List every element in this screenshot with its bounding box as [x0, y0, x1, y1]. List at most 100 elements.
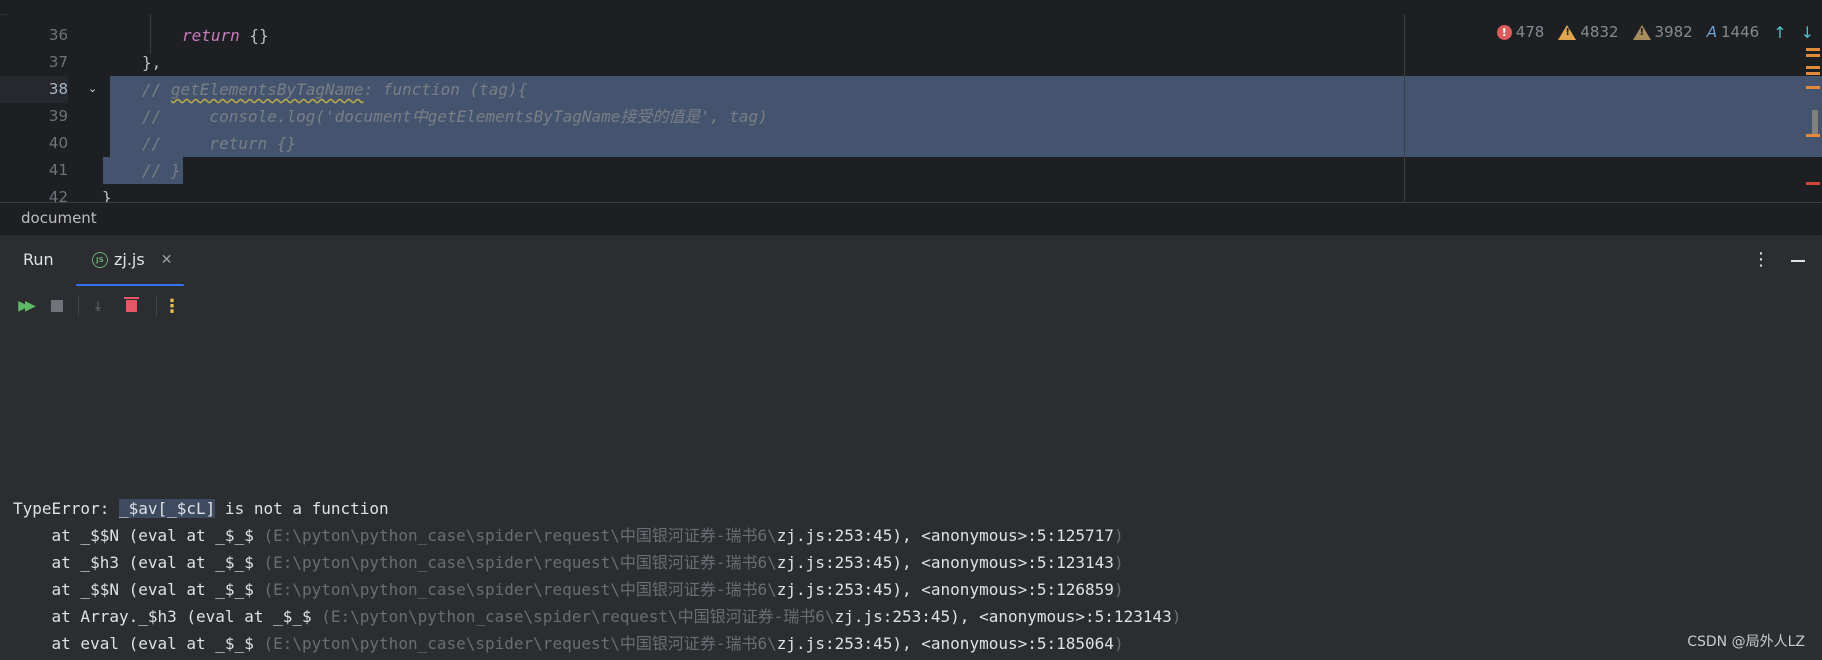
- stop-icon: [51, 300, 63, 312]
- source-link[interactable]: zj.js:253:45: [835, 607, 951, 626]
- line-number: 36: [48, 26, 68, 44]
- source-link[interactable]: zj.js:253:45: [777, 526, 893, 545]
- code-line-42: }: [102, 188, 112, 202]
- error-suffix: is not a function: [215, 499, 389, 518]
- stack-frame-line: at eval (eval at _$_$ (E:\pyton\python_c…: [13, 630, 1124, 657]
- warnings-count[interactable]: ! 4832: [1558, 23, 1619, 41]
- keyword-return: return: [182, 26, 240, 45]
- scroll-marker[interactable]: [1806, 54, 1820, 57]
- tab-label: zj.js: [114, 250, 145, 269]
- error-highlight: _$av[_$cL]: [118, 499, 216, 518]
- toolbar-divider: [156, 296, 157, 316]
- run-toolbar: ▶▶ ⤓ ⋮: [0, 286, 1822, 328]
- scroll-marker[interactable]: [1806, 66, 1820, 69]
- typo-icon: A: [1706, 23, 1717, 41]
- stack-frame-line: at _$$N (eval at _$_$ (E:\pyton\python_c…: [13, 522, 1124, 549]
- line-number: 41: [48, 161, 68, 179]
- minimize-icon[interactable]: [1791, 260, 1805, 262]
- run-tool-window-header: Run JS zj.js ✕ ⋮: [0, 234, 1822, 287]
- line-number: 42: [48, 188, 68, 202]
- close-icon[interactable]: ✕: [161, 252, 173, 268]
- frame-close: ): [1113, 553, 1124, 572]
- scroll-thumb[interactable]: [1812, 110, 1818, 134]
- code-line-39: // console.log('document中getElementsByTa…: [142, 107, 768, 126]
- watermark: CSDN @局外人LZ: [1687, 634, 1805, 650]
- frame-prefix: at _$$N (eval at _$_$: [13, 526, 264, 545]
- scroll-to-end-button[interactable]: ⤓: [86, 294, 110, 318]
- frame-prefix: at _$$N (eval at _$_$: [13, 580, 264, 599]
- code-token: {}: [239, 26, 269, 45]
- frame-prefix: at eval (eval at _$_$: [13, 634, 264, 653]
- frame-prefix: at _$h3 (eval at _$_$: [13, 553, 264, 572]
- frame-close: ): [1113, 526, 1124, 545]
- frame-path: (E:\pyton\python_case\spider\request\中国银…: [263, 526, 777, 545]
- nodejs-icon: JS: [92, 251, 108, 268]
- breadcrumb[interactable]: document: [0, 202, 1822, 235]
- frame-suffix: ), <anonymous>:5:125717: [892, 526, 1114, 545]
- frame-suffix: ), <anonymous>:5:123143: [950, 607, 1172, 626]
- frame-close: ): [1113, 580, 1124, 599]
- code-line-36: return {}: [182, 22, 269, 49]
- frame-close: ): [1113, 634, 1124, 653]
- frame-path: (E:\pyton\python_case\spider\request\中国银…: [321, 607, 835, 626]
- more-actions-icon[interactable]: ⋮: [160, 294, 184, 318]
- fold-chevron-icon[interactable]: ⌄: [88, 82, 97, 95]
- trash-icon: [123, 297, 139, 312]
- stop-button[interactable]: [45, 294, 69, 318]
- line-number: 37: [48, 53, 68, 71]
- errors-count[interactable]: ! 478: [1496, 23, 1545, 41]
- stack-frame-line: at _$$N (eval at _$_$ (E:\pyton\python_c…: [13, 576, 1124, 603]
- scroll-marker[interactable]: [1806, 86, 1820, 89]
- errors-count-label: 478: [1515, 23, 1545, 41]
- scroll-marker-error[interactable]: [1806, 182, 1820, 185]
- more-options-icon[interactable]: ⋮: [1752, 249, 1770, 270]
- next-highlight-arrow-icon[interactable]: ↓: [1801, 23, 1814, 42]
- error-icon: !: [1496, 24, 1512, 40]
- code-line-38: // getElementsByTagName: function (tag){: [142, 76, 527, 103]
- scroll-marker[interactable]: [1806, 72, 1820, 75]
- stack-frame-line: at Array._$h3 (eval at _$_$ (E:\pyton\py…: [13, 603, 1182, 630]
- weak-warnings-count[interactable]: ! 3982: [1632, 23, 1693, 41]
- toolbar-divider: [78, 296, 79, 316]
- frame-path: (E:\pyton\python_case\spider\request\中国银…: [263, 580, 777, 599]
- console-error-line: TypeError: _$av[_$cL] is not a function: [13, 495, 389, 522]
- breadcrumb-item[interactable]: document: [0, 209, 97, 227]
- error-prefix: TypeError:: [13, 499, 119, 518]
- stack-frame-line: at _$h3 (eval at _$_$ (E:\pyton\python_c…: [13, 549, 1124, 576]
- weak-warning-icon: !: [1632, 24, 1651, 40]
- comment-token: //: [142, 80, 171, 99]
- line-number-gutter[interactable]: 36 37 38 39 40 41 42 ⌄: [0, 0, 100, 202]
- source-link[interactable]: zj.js:253:45: [777, 634, 893, 653]
- tab-zj-js[interactable]: JS zj.js ✕: [76, 235, 184, 287]
- warning-icon: !: [1558, 24, 1577, 40]
- console-output[interactable]: TypeError: _$av[_$cL] is not a function …: [0, 328, 1822, 660]
- frame-suffix: ), <anonymous>:5:123143: [892, 553, 1114, 572]
- comment-typo-token: getElementsByTagName: [170, 80, 364, 99]
- typos-count[interactable]: A 1446: [1707, 23, 1759, 41]
- code-editor[interactable]: 36 37 38 39 40 41 42 ⌄ return {} }, // g…: [0, 0, 1822, 202]
- code-line-41: // }: [142, 161, 181, 180]
- comment-token: : function (tag){: [363, 80, 528, 99]
- frame-path: (E:\pyton\python_case\spider\request\中国银…: [263, 634, 777, 653]
- frame-path: (E:\pyton\python_case\spider\request\中国银…: [263, 553, 777, 572]
- source-link[interactable]: zj.js:253:45: [777, 580, 893, 599]
- source-link[interactable]: zj.js:253:45: [777, 553, 893, 572]
- weak-warnings-count-label: 3982: [1654, 23, 1693, 41]
- line-number: 39: [48, 107, 68, 125]
- warnings-count-label: 4832: [1580, 23, 1619, 41]
- scroll-marker[interactable]: [1806, 48, 1820, 51]
- previous-highlight-arrow-icon[interactable]: ↑: [1773, 23, 1786, 42]
- right-margin-guide: [1404, 14, 1405, 202]
- rerun-button[interactable]: ▶▶: [13, 294, 37, 318]
- line-number-active: 38: [0, 76, 68, 103]
- frame-suffix: ), <anonymous>:5:126859: [892, 580, 1114, 599]
- indent-guide: [150, 14, 151, 54]
- typos-count-label: 1446: [1721, 23, 1760, 41]
- scroll-marker[interactable]: [1806, 134, 1820, 137]
- clear-console-button[interactable]: [119, 294, 143, 318]
- code-line-40: // return {}: [142, 134, 297, 153]
- line-number: 40: [48, 134, 68, 152]
- inspection-widget[interactable]: ! 478 ! 4832 ! 3982 A 1446 ↑ ↓: [1496, 16, 1822, 48]
- run-panel-title: Run: [23, 250, 54, 269]
- frame-close: ): [1171, 607, 1182, 626]
